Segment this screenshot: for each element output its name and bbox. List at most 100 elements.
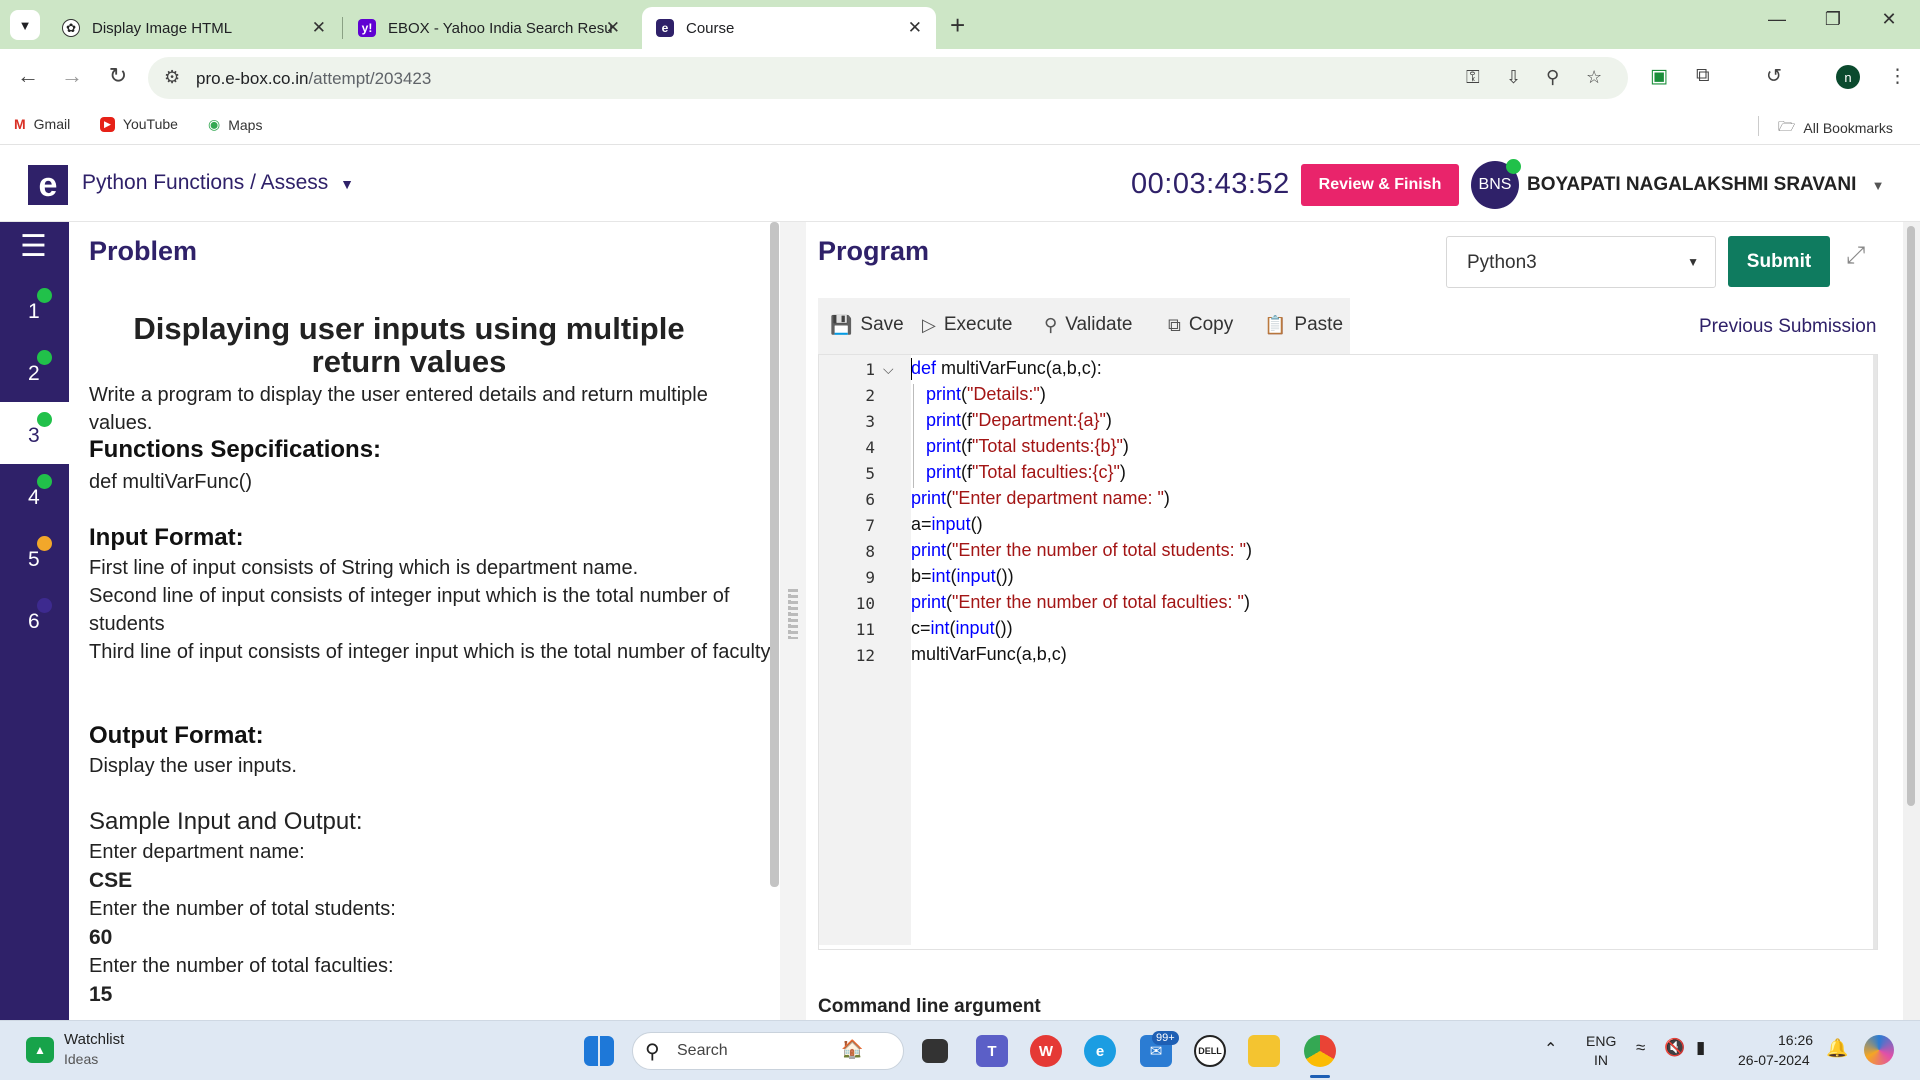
file-explorer-icon[interactable] [1248, 1035, 1280, 1067]
profile-avatar[interactable]: n [1836, 65, 1860, 89]
clock-date[interactable]: 26-07-2024 [1738, 1052, 1810, 1068]
extensions-puzzle-icon[interactable]: ⧉ [1696, 65, 1710, 87]
site-info-icon[interactable]: ⚙ [164, 67, 180, 88]
code-line[interactable]: a=input() [911, 514, 983, 535]
stock-widget-icon[interactable]: ▲ [26, 1037, 54, 1063]
volume-muted-icon[interactable]: 🔇 [1664, 1038, 1685, 1058]
edge-icon[interactable]: e [1084, 1035, 1116, 1067]
user-name-menu[interactable]: BOYAPATI NAGALAKSHMI SRAVANI ▼ [1527, 174, 1885, 196]
code-line[interactable]: def multiVarFunc(a,b,c): [911, 358, 1102, 379]
bookmark-star-icon[interactable]: ☆ [1586, 67, 1602, 88]
indent-guide [913, 410, 914, 436]
tab-search-button[interactable]: ▼ [10, 10, 40, 40]
all-bookmarks[interactable]: 🗁 All Bookmarks [1778, 116, 1893, 140]
history-icon[interactable]: ↺ [1766, 65, 1782, 88]
code-string: "Total faculties:{c}" [972, 462, 1120, 482]
browser-tab-strip: ▼ ✿ Display Image HTML ✕ y! EBOX - Yahoo… [0, 0, 1920, 49]
task-view-icon[interactable] [922, 1039, 948, 1063]
question-nav-2[interactable]: 2 [0, 340, 69, 402]
tab-yahoo-search[interactable]: y! EBOX - Yahoo India Search Resu ✕ [344, 7, 634, 49]
save-icon: 💾 [830, 314, 853, 335]
save-button[interactable]: 💾 Save [830, 314, 904, 336]
code-line[interactable]: print(f"Department:{a}") [926, 410, 1112, 431]
code-line[interactable]: print("Enter department name: ") [911, 488, 1170, 509]
new-tab-button[interactable]: + [950, 10, 965, 41]
code-line[interactable]: print("Enter the number of total student… [911, 540, 1252, 561]
close-tab-icon[interactable]: ✕ [606, 18, 620, 38]
back-icon[interactable]: ← [14, 63, 42, 89]
tab-course[interactable]: e Course ✕ [642, 7, 936, 49]
reload-icon[interactable]: ↻ [104, 63, 132, 89]
question-nav-5[interactable]: 5 [0, 526, 69, 588]
copy-button[interactable]: ⧉ Copy [1168, 314, 1233, 336]
copilot-icon[interactable] [1864, 1035, 1894, 1065]
widget-title[interactable]: Watchlist [64, 1031, 124, 1048]
code-string: "Details:" [967, 384, 1040, 404]
menu-kebab-icon[interactable]: ⋮ [1888, 65, 1907, 88]
execute-button[interactable]: ▷ Execute [922, 314, 1013, 336]
pane-splitter[interactable] [780, 222, 806, 1020]
password-key-icon[interactable]: ⚿ [1466, 67, 1480, 88]
question-nav-1[interactable]: 1 [0, 278, 69, 340]
previous-submission-link[interactable]: Previous Submission [1699, 316, 1876, 338]
page-scrollbar[interactable] [1903, 222, 1920, 1020]
tab-display-image[interactable]: ✿ Display Image HTML ✕ [48, 7, 340, 49]
chevron-up-icon[interactable]: ⌃ [1544, 1039, 1557, 1059]
minimize-icon[interactable]: — [1754, 9, 1800, 30]
question-nav-3[interactable]: 3 [0, 402, 69, 464]
extension-shield-icon[interactable]: ▣ [1650, 65, 1668, 88]
wifi-icon[interactable]: ≈ [1636, 1038, 1645, 1058]
question-nav-4[interactable]: 4 [0, 464, 69, 526]
teams-icon[interactable]: T [976, 1035, 1008, 1067]
install-app-icon[interactable]: ⇩ [1506, 67, 1521, 88]
dell-icon[interactable]: DELL [1194, 1035, 1226, 1067]
hamburger-menu-icon[interactable]: ☰ [20, 232, 49, 262]
code-line[interactable]: print(f"Total faculties:{c}") [926, 462, 1126, 483]
line-number: 2 [865, 386, 875, 405]
page-scrollbar-thumb[interactable] [1907, 226, 1915, 806]
code-line[interactable]: print(f"Total students:{b}") [926, 436, 1129, 457]
language-select[interactable]: Python3 ▼ [1446, 236, 1716, 288]
code-line[interactable]: c=int(input()) [911, 618, 1013, 639]
online-status-dot [1506, 159, 1521, 174]
bookmark-gmail[interactable]: M Gmail [14, 116, 70, 132]
submit-button[interactable]: Submit [1728, 236, 1830, 287]
wps-office-icon[interactable]: W [1030, 1035, 1062, 1067]
question-nav-6[interactable]: 6 [0, 588, 69, 650]
paste-button[interactable]: 📋 Paste [1264, 314, 1343, 336]
problem-scrollbar[interactable] [770, 222, 779, 887]
clock-time[interactable]: 16:26 [1778, 1032, 1813, 1048]
code-line[interactable]: print("Enter the number of total faculti… [911, 592, 1250, 613]
zoom-icon[interactable]: ⚲ [1546, 67, 1559, 88]
taskbar-search-box[interactable]: ⚲ Search 🏠 [632, 1032, 904, 1070]
address-bar[interactable]: ⚙ pro.e-box.co.in/attempt/203423 ⚿ ⇩ ⚲ ☆ [148, 57, 1628, 99]
code-line[interactable]: multiVarFunc(a,b,c) [911, 644, 1067, 665]
close-tab-icon[interactable]: ✕ [908, 18, 922, 38]
question-status-dot [37, 288, 52, 303]
fullscreen-icon[interactable]: ⤢ [1846, 242, 1865, 270]
code-line[interactable]: b=int(input()) [911, 566, 1014, 587]
notification-bell-icon[interactable]: 🔔 [1826, 1038, 1848, 1059]
close-window-icon[interactable]: ✕ [1866, 9, 1912, 30]
forward-icon[interactable]: → [58, 63, 86, 89]
bookmark-maps[interactable]: ◉ Maps [208, 116, 262, 133]
restore-icon[interactable]: ❐ [1810, 9, 1856, 30]
review-finish-button[interactable]: Review & Finish [1301, 164, 1459, 206]
windows-start-icon[interactable] [584, 1036, 614, 1066]
drag-handle-icon[interactable] [788, 589, 798, 639]
validate-button[interactable]: ⚲ Validate [1044, 314, 1132, 336]
chrome-icon[interactable] [1304, 1035, 1336, 1067]
indent-guide [913, 384, 914, 410]
code-keyword: def [911, 358, 937, 378]
battery-icon[interactable]: ▮ [1696, 1038, 1705, 1058]
code-line[interactable]: print("Details:") [926, 384, 1046, 405]
code-string: "Enter department name: " [952, 488, 1164, 508]
code-editor[interactable]: 1 ⌵ 2 3 4 5 6 7 8 9 10 11 12 def multiVarFunc(a,b,c)… [818, 354, 1878, 950]
language-indicator[interactable]: ENG [1586, 1033, 1616, 1049]
editor-scrollbar[interactable] [1873, 355, 1877, 949]
fold-chevron-icon[interactable]: ⌵ [883, 361, 894, 378]
breadcrumb[interactable]: Python Functions / Assess ▼ [82, 171, 354, 195]
close-tab-icon[interactable]: ✕ [312, 18, 326, 38]
bookmark-youtube[interactable]: ▶ YouTube [100, 116, 178, 132]
ebox-logo[interactable]: e [28, 165, 68, 205]
